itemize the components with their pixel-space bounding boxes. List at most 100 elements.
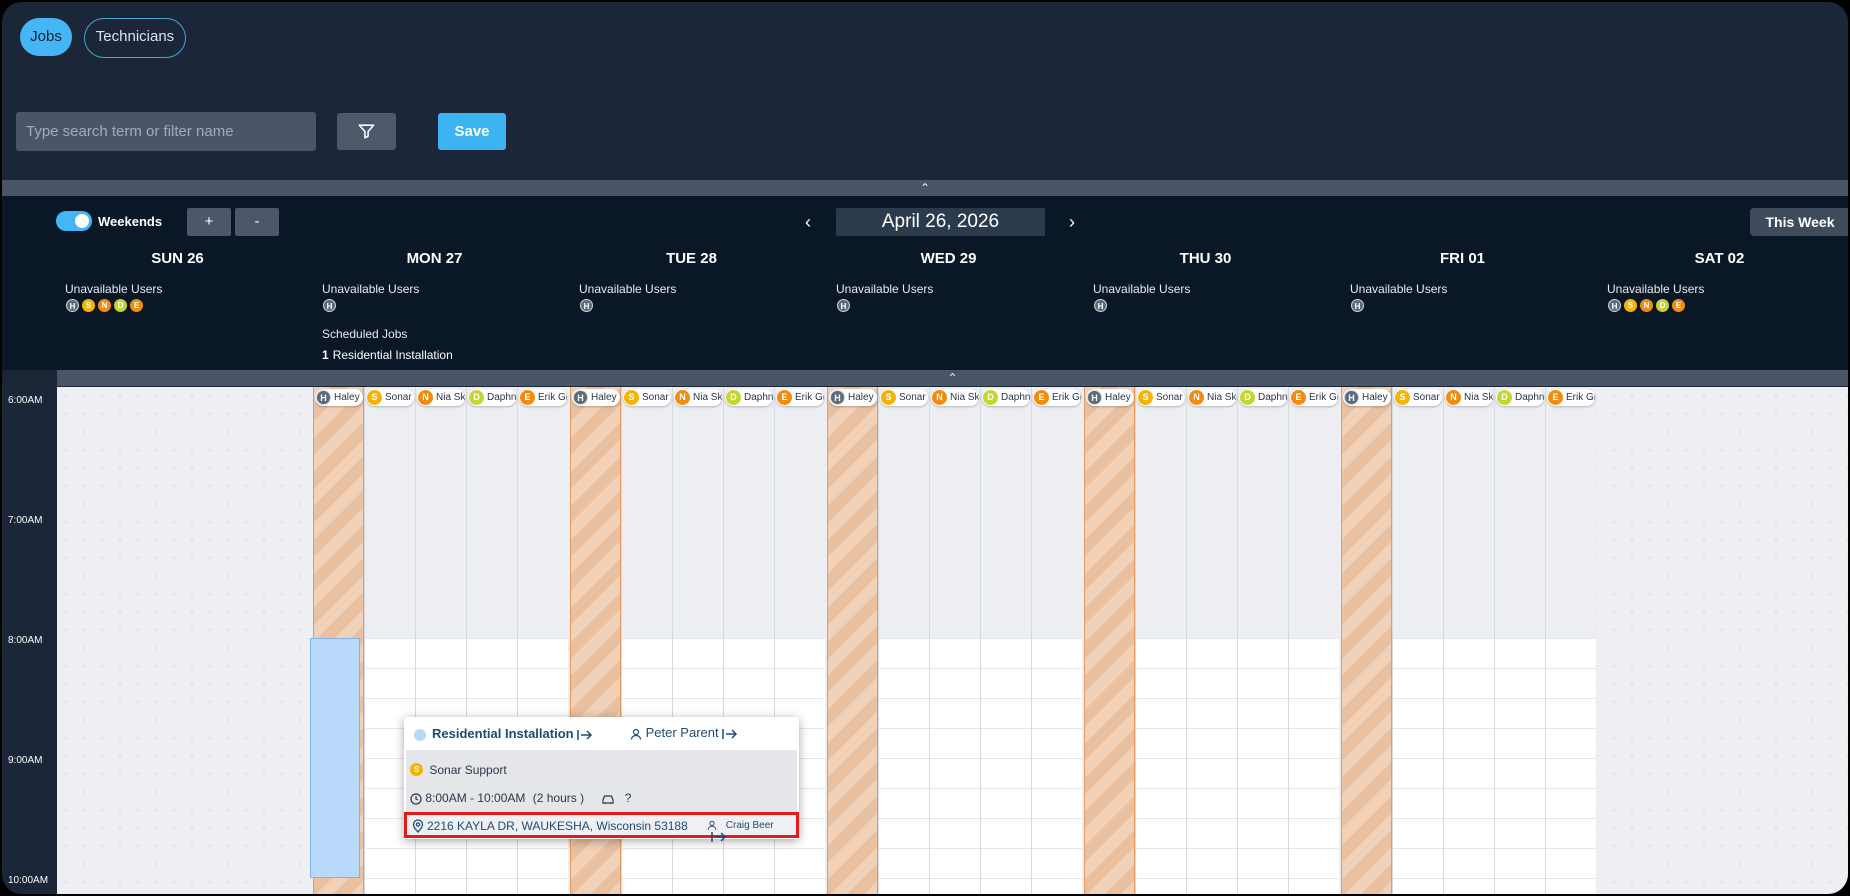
lane-user-chip[interactable]: E Erik Gr [519, 389, 567, 406]
current-date[interactable]: April 26, 2026 [836, 208, 1045, 236]
lane-off-hours [1289, 387, 1339, 638]
lane-user-chip[interactable]: E Erik Gr [1290, 389, 1338, 406]
user-avatar: N [418, 390, 433, 405]
lane-working-hours[interactable] [1032, 638, 1082, 894]
unavailable-lane[interactable] [1341, 387, 1392, 894]
lane-working-hours[interactable] [1444, 638, 1494, 894]
lane-user-chip[interactable]: D Daphn [1496, 389, 1544, 406]
lane-user-chip[interactable]: H Haley [1086, 389, 1134, 406]
collapse-toolbar-button[interactable]: ⌃ [2, 180, 1848, 196]
user-avatar[interactable]: H [580, 299, 593, 312]
save-button[interactable]: Save [438, 113, 506, 150]
technician-lane[interactable] [1031, 387, 1082, 894]
unavailable-avatars: HSNDE [1608, 299, 1688, 313]
user-avatar[interactable]: H [323, 299, 336, 312]
lane-user-chip[interactable]: N Nia Sk [1445, 389, 1493, 406]
lane-user-chip[interactable]: N Nia Sk [931, 389, 979, 406]
lane-user-chip[interactable]: N Nia Sk [1188, 389, 1236, 406]
tab-jobs[interactable]: Jobs [20, 18, 72, 56]
scheduled-job-name: Residential Installation [332, 348, 453, 362]
job-title-link[interactable]: Residential Installation [432, 726, 593, 741]
user-avatar[interactable]: H [1094, 299, 1107, 312]
lane-user-chip[interactable]: S Sonar [1394, 389, 1442, 406]
lane-user-chip[interactable]: H Haley [572, 389, 620, 406]
user-avatar[interactable]: H [1351, 299, 1364, 312]
lane-user-chip[interactable]: E Erik Gr [1547, 389, 1595, 406]
prev-week-button[interactable]: ‹ [805, 212, 811, 232]
tab-technicians[interactable]: Technicians [84, 18, 186, 58]
lane-working-hours[interactable] [1187, 638, 1237, 894]
technician-lane[interactable] [1135, 387, 1186, 894]
toggle-knob [75, 214, 89, 228]
lane-user-chip[interactable]: D Daphn [725, 389, 773, 406]
zoom-out-button[interactable]: - [235, 208, 279, 236]
lane-user-chip[interactable]: H Haley [829, 389, 877, 406]
lane-off-hours [673, 387, 723, 638]
scheduled-count: 1 [322, 348, 329, 362]
user-avatar[interactable]: N [1640, 299, 1653, 312]
user-avatar[interactable]: D [1656, 299, 1669, 312]
user-avatar[interactable]: E [130, 299, 143, 312]
lane-user-chip[interactable]: S Sonar [880, 389, 928, 406]
lane-working-hours[interactable] [879, 638, 929, 894]
unavailable-lane[interactable] [827, 387, 878, 894]
lane-off-hours [518, 387, 568, 638]
lane-user-chip[interactable]: D Daphn [982, 389, 1030, 406]
assignee-link[interactable]: Craig Beer [707, 820, 796, 843]
technician-lane[interactable] [929, 387, 980, 894]
technician-lane[interactable] [1392, 387, 1443, 894]
lane-working-hours[interactable] [1289, 638, 1339, 894]
lane-user-chip[interactable]: S Sonar [366, 389, 414, 406]
job-block[interactable] [310, 638, 360, 878]
technician-lane[interactable] [1237, 387, 1288, 894]
technician-lane[interactable] [980, 387, 1031, 894]
scheduled-jobs-item[interactable]: 1 Residential Installation [322, 348, 453, 362]
user-avatar[interactable]: S [1624, 299, 1637, 312]
lane-user-chip[interactable]: S Sonar [623, 389, 671, 406]
lane-user-name: Nia Sk [1464, 392, 1493, 403]
lane-user-chip[interactable]: N Nia Sk [417, 389, 465, 406]
lane-user-chip[interactable]: D Daphn [1239, 389, 1287, 406]
user-avatar[interactable]: N [98, 299, 111, 312]
lane-user-name: Nia Sk [950, 392, 979, 403]
technician-lane[interactable] [878, 387, 929, 894]
lane-user-chip[interactable]: S Sonar [1137, 389, 1185, 406]
lane-working-hours[interactable] [1546, 638, 1596, 894]
user-avatar: D [469, 390, 484, 405]
zoom-in-button[interactable]: + [187, 208, 231, 236]
customer-link[interactable]: Peter Parent [630, 725, 738, 740]
next-week-button[interactable]: › [1069, 212, 1075, 232]
lane-working-hours[interactable] [930, 638, 980, 894]
filter-button[interactable] [337, 113, 396, 150]
lane-user-chip[interactable]: E Erik Gr [776, 389, 824, 406]
technician-lane[interactable] [1494, 387, 1545, 894]
job-title-text: Residential Installation [432, 726, 574, 741]
lane-user-chip[interactable]: N Nia Sk [674, 389, 722, 406]
lane-user-chip[interactable]: D Daphn [468, 389, 516, 406]
user-avatar[interactable]: D [114, 299, 127, 312]
unavailable-lane[interactable] [1084, 387, 1135, 894]
this-week-button[interactable]: This Week [1750, 208, 1848, 236]
address-row[interactable]: 2216 KAYLA DR, WAUKESHA, Wisconsin 53188… [404, 812, 799, 842]
weekends-toggle[interactable] [56, 211, 92, 231]
lane-working-hours[interactable] [1136, 638, 1186, 894]
technician-lane[interactable] [1186, 387, 1237, 894]
lane-working-hours[interactable] [1393, 638, 1443, 894]
collapse-header-button[interactable]: ⌃ [57, 370, 1848, 386]
lane-working-hours[interactable] [1238, 638, 1288, 894]
user-avatar[interactable]: E [1672, 299, 1685, 312]
job-address[interactable]: 2216 KAYLA DR, WAUKESHA, Wisconsin 53188 [427, 819, 688, 833]
user-avatar[interactable]: H [837, 299, 850, 312]
lane-working-hours[interactable] [981, 638, 1031, 894]
technician-lane[interactable] [1288, 387, 1339, 894]
user-avatar[interactable]: H [66, 299, 79, 312]
lane-user-chip[interactable]: E Erik Gr [1033, 389, 1081, 406]
technician-lane[interactable] [1545, 387, 1596, 894]
search-input[interactable] [16, 112, 316, 151]
user-avatar[interactable]: H [1608, 299, 1621, 312]
lane-working-hours[interactable] [1495, 638, 1545, 894]
user-avatar[interactable]: S [82, 299, 95, 312]
technician-lane[interactable] [1443, 387, 1494, 894]
lane-user-chip[interactable]: H Haley [315, 389, 363, 406]
lane-user-chip[interactable]: H Haley [1343, 389, 1391, 406]
